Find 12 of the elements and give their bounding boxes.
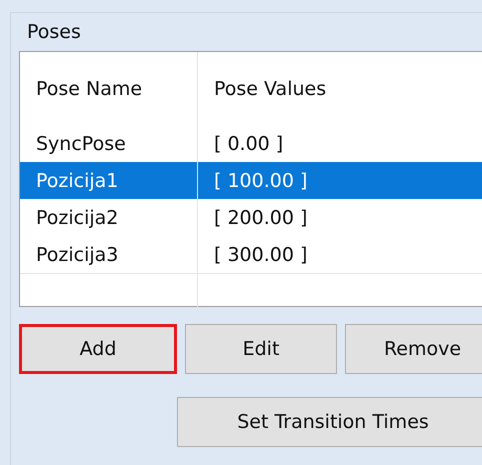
table-cell[interactable]: [ 200.00 ] [198,199,482,236]
edit-button[interactable]: Edit [185,324,337,374]
table-cell[interactable]: [ 100.00 ] [198,162,482,199]
column-header[interactable]: Pose Name [20,52,198,125]
table-cell[interactable]: [ 300.00 ] [198,236,482,273]
table-cell[interactable]: Pozicija3 [20,236,198,273]
transition-times-button[interactable]: Set Transition Times [177,397,482,447]
remove-button[interactable]: Remove [345,324,482,374]
column-header[interactable]: Pose Values [198,52,482,125]
table-cell[interactable]: Pozicija2 [20,199,198,236]
add-button[interactable]: Add [19,324,177,374]
table-cell[interactable]: Pozicija1 [20,162,198,199]
